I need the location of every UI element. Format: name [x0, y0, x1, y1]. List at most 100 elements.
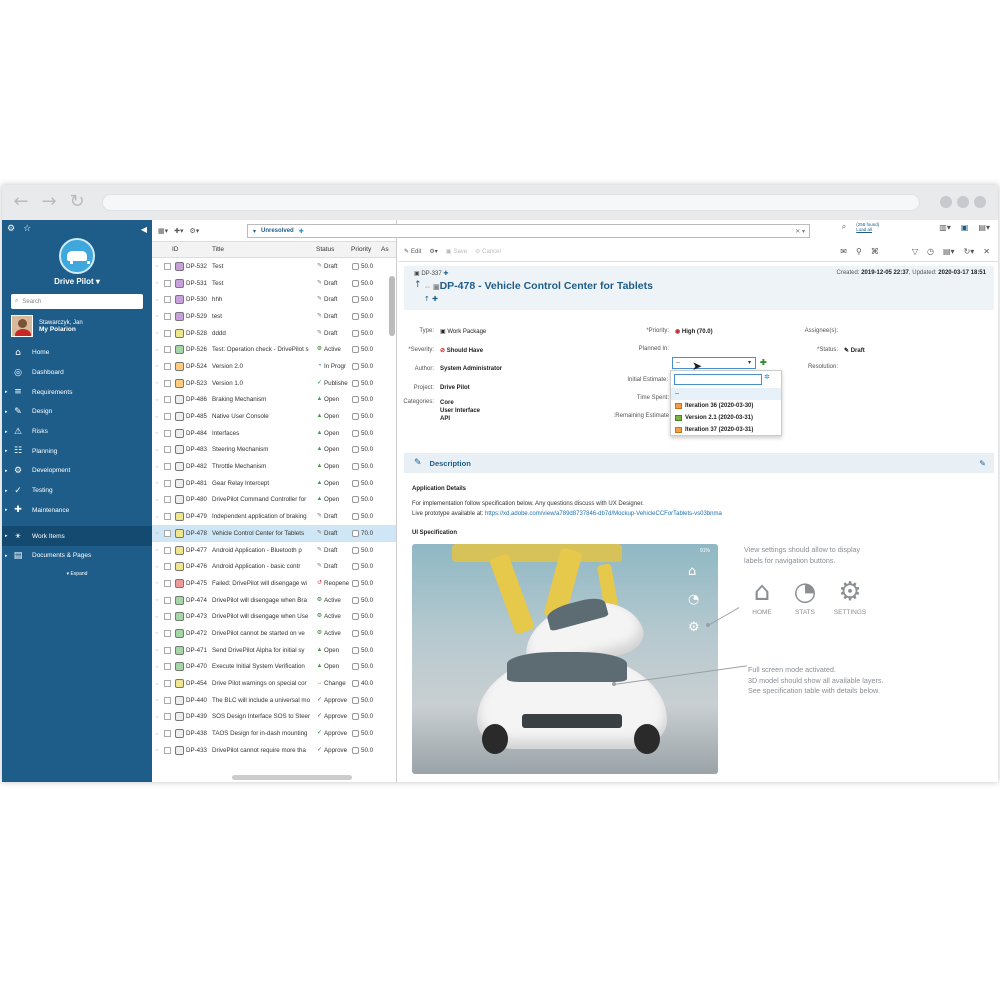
row-id[interactable]: DP-475: [186, 580, 212, 587]
row-checkbox[interactable]: [164, 463, 171, 471]
table-row[interactable]: ⇔ DP-477 Android Application - Bluetooth p…: [152, 542, 396, 559]
link-icon[interactable]: ⇔: [152, 714, 162, 720]
row-id[interactable]: DP-529: [186, 313, 212, 320]
row-id[interactable]: DP-523: [186, 380, 212, 387]
row-id[interactable]: DP-471: [186, 647, 212, 654]
table-row[interactable]: ⇔ DP-438 TAOS Design for in-dash mounting ✓…: [152, 725, 396, 742]
dropdown-option[interactable]: Iteration 36 (2020-03-30): [671, 400, 781, 412]
project-logo[interactable]: [59, 238, 95, 274]
link-icon[interactable]: ⇔: [152, 564, 162, 570]
table-row[interactable]: ⇔ DP-529 test ✎ Draft 50.0: [152, 308, 396, 325]
view-switch-icon[interactable]: ▦▾: [158, 227, 168, 235]
column-header-priority[interactable]: Priority: [351, 246, 381, 253]
save-button[interactable]: ▣ Save: [446, 248, 467, 256]
table-row[interactable]: ⇔ DP-433 DrivePilot cannot require more th…: [152, 742, 396, 759]
link-icon[interactable]: ⇔: [152, 313, 162, 319]
row-checkbox[interactable]: [164, 696, 171, 704]
column-header-id[interactable]: ID: [152, 246, 212, 253]
attachment-icon[interactable]: ⌘: [871, 247, 879, 256]
expand-arrow-icon[interactable]: ▸: [5, 507, 8, 513]
row-checkbox[interactable]: [164, 746, 171, 754]
window-dot[interactable]: [974, 196, 986, 208]
table-row[interactable]: ⇔ DP-526 Test: Operation check - DrivePilo…: [152, 341, 396, 358]
row-id[interactable]: DP-531: [186, 280, 212, 287]
sidebar-item-design[interactable]: ▸ ✎ Design: [2, 402, 152, 422]
row-checkbox[interactable]: [164, 713, 171, 721]
table-row[interactable]: ⇔ DP-471 Send DrivePilot Alpha for initial…: [152, 642, 396, 659]
link-icon[interactable]: ⇔: [152, 480, 162, 486]
link-icon[interactable]: ⇔: [152, 664, 162, 670]
row-id[interactable]: DP-526: [186, 346, 212, 353]
sidebar-item-testing[interactable]: ▸ ✓ Testing: [2, 481, 152, 501]
expand-button[interactable]: ▾ Expand: [2, 571, 152, 577]
link-icon[interactable]: ⇔: [152, 380, 162, 386]
row-title[interactable]: The BLC will include a universal mo: [212, 697, 316, 704]
row-checkbox[interactable]: [164, 579, 171, 587]
description-section-header[interactable]: ✎ Description ✎: [404, 453, 994, 473]
link-icon[interactable]: ⇔: [152, 580, 162, 586]
row-checkbox[interactable]: [164, 629, 171, 637]
row-id[interactable]: DP-477: [186, 547, 212, 554]
table-row[interactable]: ⇔ DP-439 SOS Design Interface SOS to Steer…: [152, 709, 396, 726]
table-row[interactable]: ⇔ DP-485 Native User Console ▲ Open 50.0: [152, 408, 396, 425]
link-icon[interactable]: ⚲: [856, 247, 862, 256]
table-row[interactable]: ⇔ DP-440 The BLC will include a universal …: [152, 692, 396, 709]
status-value[interactable]: ✎ Draft: [844, 347, 865, 354]
row-id[interactable]: DP-485: [186, 413, 212, 420]
prototype-link[interactable]: https://xd.adobe.com/view/a789d8737846-d…: [485, 511, 722, 517]
link-icon[interactable]: ⇔: [152, 731, 162, 737]
row-id[interactable]: DP-532: [186, 263, 212, 270]
row-checkbox[interactable]: [164, 663, 171, 671]
row-title[interactable]: Send DrivePilot Alpha for initial sy: [212, 647, 316, 654]
row-title[interactable]: dddd: [212, 330, 316, 337]
link-icon[interactable]: ⇔: [152, 347, 162, 353]
priority-value[interactable]: ◉ High (70.0): [675, 328, 713, 335]
layout-icon[interactable]: ▤▾: [978, 223, 990, 232]
row-checkbox[interactable]: [164, 563, 171, 571]
link-icon[interactable]: ⇔: [152, 647, 162, 653]
list-settings-icon[interactable]: ⚙▾: [190, 227, 200, 235]
row-title[interactable]: Steering Mechanism: [212, 446, 316, 453]
sidebar-search-input[interactable]: ⌕ Search: [11, 294, 143, 309]
type-value[interactable]: ▣ Work Package: [440, 328, 486, 335]
link-icon[interactable]: ⇔: [152, 614, 162, 620]
table-row[interactable]: ⇔ DP-481 Gear Relay Intercept ▲ Open 50.0: [152, 475, 396, 492]
link-icon[interactable]: ⇔: [152, 530, 162, 536]
row-title[interactable]: Execute Initial System Verification: [212, 663, 316, 670]
row-checkbox[interactable]: [164, 446, 171, 454]
search-icon[interactable]: ⌕: [842, 222, 846, 232]
add-filter-icon[interactable]: ✚: [299, 228, 304, 235]
expand-arrow-icon[interactable]: ▸: [5, 468, 8, 474]
row-id[interactable]: DP-438: [186, 730, 212, 737]
row-title[interactable]: Test: Operation check - DrivePilot s: [212, 346, 316, 353]
back-arrow-icon[interactable]: ←: [12, 193, 30, 211]
row-id[interactable]: DP-440: [186, 697, 212, 704]
row-title[interactable]: SOS Design Interface SOS to Steer: [212, 713, 316, 720]
dropdown-option-none[interactable]: --: [671, 388, 781, 400]
row-checkbox[interactable]: [164, 479, 171, 487]
table-row[interactable]: ⇔ DP-528 dddd ✎ Draft 50.0: [152, 325, 396, 342]
comment-icon[interactable]: ✉: [840, 247, 847, 256]
add-icon[interactable]: ✚▾: [174, 227, 183, 235]
actions-menu-icon[interactable]: ⚙▾: [429, 248, 437, 255]
expand-arrow-icon[interactable]: ▸: [5, 488, 8, 494]
load-all-link[interactable]: Load all: [856, 227, 879, 232]
table-row[interactable]: ⇔ DP-483 Steering Mechanism ▲ Open 50.0: [152, 442, 396, 459]
clear-filter-icon[interactable]: ✕ ▾: [795, 228, 805, 235]
sidebar-item-requirements[interactable]: ▸ ≡ Requirements: [2, 382, 152, 402]
my-polarion-link[interactable]: My Polarion: [39, 326, 83, 333]
row-id[interactable]: DP-473: [186, 613, 212, 620]
table-row[interactable]: ⇔ DP-474 DrivePilot will disengage when Br…: [152, 592, 396, 609]
edit-description-icon[interactable]: ✎: [979, 459, 986, 468]
column-header-title[interactable]: Title: [212, 246, 316, 253]
row-checkbox[interactable]: [164, 513, 171, 521]
table-row[interactable]: ⇔ DP-482 Throttle Mechanism ▲ Open 50.0: [152, 458, 396, 475]
row-checkbox[interactable]: [164, 379, 171, 387]
row-checkbox[interactable]: [164, 413, 171, 421]
row-checkbox[interactable]: [164, 680, 171, 688]
severity-value[interactable]: ⊘ Should Have: [440, 347, 483, 354]
row-checkbox[interactable]: [164, 396, 171, 404]
row-checkbox[interactable]: [164, 262, 171, 270]
table-row[interactable]: ⇔ DP-480 DrivePilot Command Controller for…: [152, 492, 396, 509]
filter-dropdown-icon[interactable]: ▾: [253, 228, 256, 235]
